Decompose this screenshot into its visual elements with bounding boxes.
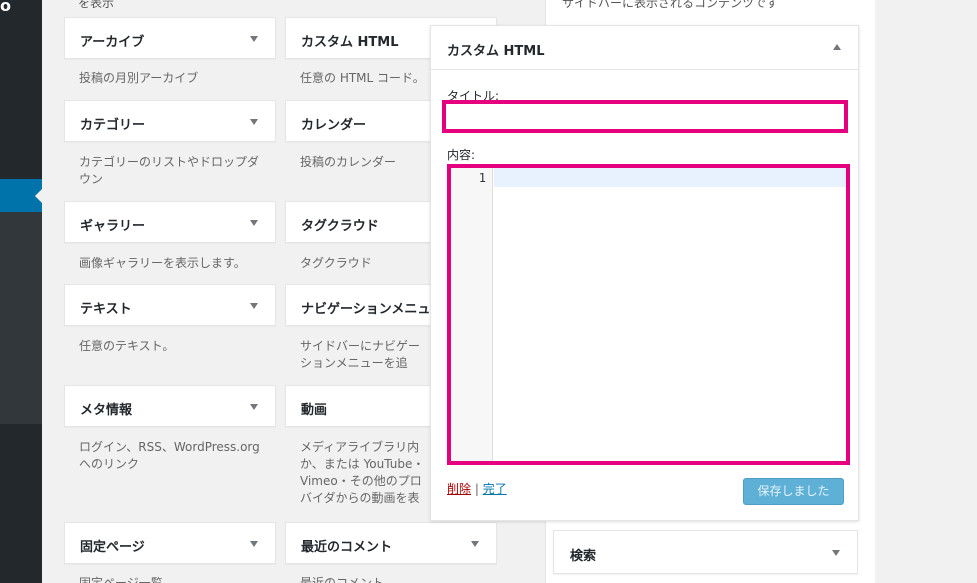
caret-down-icon[interactable] [250, 303, 258, 309]
caret-down-icon[interactable] [250, 220, 258, 226]
sidebar-description: サイドバーに表示されるコンテンツです [562, 0, 779, 10]
content-label: 内容: [447, 148, 476, 162]
widget-desc: 固定ページ一覧 [79, 576, 163, 583]
widget-categories[interactable]: カテゴリー [64, 100, 276, 142]
widget-gallery[interactable]: ギャラリー [64, 201, 276, 243]
content-code-editor[interactable]: 1 [447, 164, 850, 465]
widget-archives[interactable]: アーカイブ [64, 17, 276, 59]
admin-menu: o [0, 0, 42, 583]
widget-desc: 任意のテキスト。 [79, 339, 175, 353]
widget-title: 固定ページ [80, 540, 145, 555]
panel-links: 削除 | 完了 [447, 480, 507, 497]
widget-search[interactable]: 検索 [553, 530, 858, 574]
widget-title: 検索 [570, 549, 597, 564]
title-input[interactable] [442, 100, 848, 133]
widget-desc: メディアライブラリ内か、または YouTube・Vimeo・その他のプロバイダか… [300, 440, 425, 509]
widget-desc: 最近のコメント [300, 576, 385, 583]
widget-title: カテゴリー [80, 118, 146, 133]
admin-submenu [0, 212, 42, 424]
delete-link[interactable]: 削除 [447, 482, 471, 496]
widget-title: アーカイブ [80, 35, 145, 50]
widget-meta[interactable]: メタ情報 [64, 385, 276, 427]
widget-desc: サイドバーにナビゲーションメニューを追加。 [300, 339, 421, 370]
widget-text[interactable]: テキスト [64, 284, 276, 326]
caret-down-icon[interactable] [250, 404, 258, 410]
widget-recent-comments[interactable]: 最近のコメント [285, 522, 497, 564]
link-separator: | [474, 482, 479, 496]
caret-down-icon[interactable] [250, 36, 258, 42]
widget-title: 動画 [301, 403, 328, 418]
widget-pages[interactable]: 固定ページ [64, 522, 276, 564]
caret-down-icon[interactable] [250, 541, 258, 547]
widget-title: 最近のコメント [301, 540, 393, 555]
widget-title: タグクラウド [301, 219, 379, 234]
widget-title: テキスト [80, 302, 132, 317]
panel-header[interactable]: カスタム HTML [431, 26, 858, 70]
save-button[interactable]: 保存しました [743, 478, 844, 505]
line-number: 1 [478, 171, 486, 185]
caret-up-icon[interactable] [833, 44, 841, 50]
done-link[interactable]: 完了 [483, 482, 507, 496]
top-partial-desc: を表示 [78, 0, 115, 10]
widget-title: カスタム HTML [301, 35, 399, 50]
caret-down-icon[interactable] [471, 541, 479, 547]
widget-desc: 任意の HTML コード。 [300, 71, 425, 85]
widget-desc: カテゴリーのリストやドロップダウン [79, 155, 260, 186]
widget-desc: タグクラウド [300, 256, 372, 270]
admin-menu-active-item[interactable] [0, 179, 42, 212]
widget-desc: 投稿のカレンダー [300, 155, 397, 169]
widget-desc: ログイン、RSS、WordPress.org へのリンク [79, 440, 260, 471]
caret-down-icon[interactable] [832, 550, 840, 556]
widget-title: カレンダー [301, 118, 367, 133]
widget-desc: 画像ギャラリーを表示します。 [79, 256, 246, 270]
widget-title: ナビゲーションメニュー [301, 302, 444, 317]
widget-title: ギャラリー [80, 219, 146, 234]
panel-title: カスタム HTML [447, 44, 545, 59]
admin-logo-glyph: o [0, 0, 11, 15]
line-number-gutter: 1 [451, 168, 493, 461]
active-line[interactable] [494, 168, 846, 187]
widget-title: メタ情報 [80, 403, 133, 418]
custom-html-edit-panel: カスタム HTML タイトル: 内容: 1 削除 | 完了 保存しました [430, 25, 859, 521]
caret-down-icon[interactable] [250, 119, 258, 125]
widget-desc: 投稿の月別アーカイブ [79, 71, 199, 85]
